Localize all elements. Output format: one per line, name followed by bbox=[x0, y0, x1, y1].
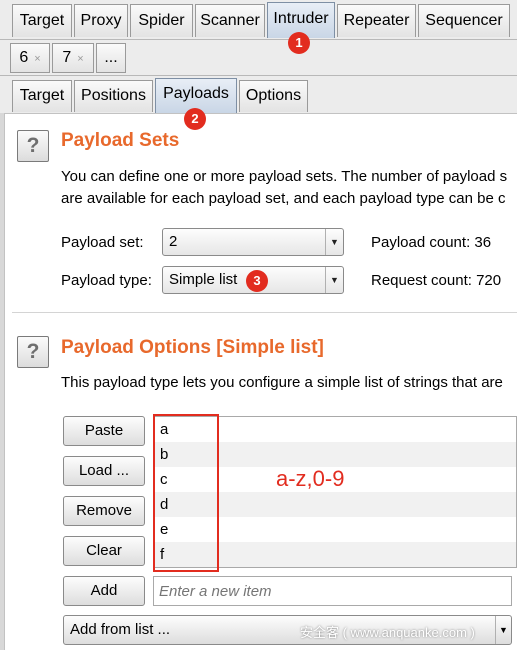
tab-repeater[interactable]: Repeater bbox=[337, 4, 416, 37]
tab-options[interactable]: Options bbox=[239, 80, 308, 112]
payload-type-label: Payload type: bbox=[61, 272, 152, 289]
new-item-input[interactable] bbox=[153, 576, 512, 606]
tab-intruder-target[interactable]: Target bbox=[12, 80, 72, 112]
section-divider bbox=[12, 312, 517, 313]
payload-sets-title: Payload Sets bbox=[61, 130, 180, 151]
payload-count: Payload count: 36 bbox=[371, 234, 492, 251]
annotation-highlight-box bbox=[153, 414, 219, 572]
payload-type-value: Simple list bbox=[169, 271, 238, 288]
remove-button[interactable]: Remove bbox=[63, 496, 145, 526]
intruder-tab-bar: Target Positions Payloads Options bbox=[0, 76, 517, 114]
tab-scanner[interactable]: Scanner bbox=[195, 4, 265, 37]
help-icon[interactable]: ? bbox=[17, 130, 49, 162]
paste-button[interactable]: Paste bbox=[63, 416, 145, 446]
close-icon[interactable]: × bbox=[77, 53, 83, 65]
watermark: 安全客 ( www.anquanke.com ) bbox=[300, 625, 475, 640]
add-from-list-label: Add from list ... bbox=[70, 621, 171, 638]
help-icon[interactable]: ? bbox=[17, 336, 49, 368]
annotation-marker-2: 2 bbox=[184, 108, 206, 130]
tab-proxy[interactable]: Proxy bbox=[74, 4, 128, 37]
chevron-down-icon: ▼ bbox=[495, 616, 511, 644]
annotation-marker-1: 1 bbox=[288, 32, 310, 54]
attack-tab-6[interactable]: 6 × bbox=[10, 43, 50, 73]
tab-sequencer[interactable]: Sequencer bbox=[418, 4, 510, 37]
payload-sets-desc-line1: You can define one or more payload sets.… bbox=[61, 168, 508, 185]
request-count: Request count: 720 bbox=[371, 272, 502, 289]
annotation-range-note: a-z,0-9 bbox=[276, 466, 345, 491]
top-tab-bar: Target Proxy Spider Scanner Intruder Rep… bbox=[0, 0, 517, 40]
payload-set-dropdown[interactable]: 2 ▼ bbox=[162, 228, 344, 256]
add-button[interactable]: Add bbox=[63, 576, 145, 606]
chevron-down-icon: ▼ bbox=[325, 229, 343, 255]
payload-options-title: Payload Options [Simple list] bbox=[61, 337, 324, 358]
attack-tab-label: 7 bbox=[62, 49, 72, 66]
tab-target[interactable]: Target bbox=[12, 4, 72, 37]
attack-tab-label: 6 bbox=[19, 49, 29, 66]
attack-tab-7[interactable]: 7 × bbox=[52, 43, 94, 73]
payload-options-desc: This payload type lets you configure a s… bbox=[61, 374, 503, 391]
tab-spider[interactable]: Spider bbox=[130, 4, 193, 37]
payload-set-label: Payload set: bbox=[61, 234, 144, 251]
payload-sets-desc-line2: are available for each payload set, and … bbox=[61, 190, 506, 207]
attack-tab-bar: 6 × 7 × ... bbox=[0, 40, 517, 76]
new-attack-tab-button[interactable]: ... bbox=[96, 43, 126, 73]
load-button[interactable]: Load ... bbox=[63, 456, 145, 486]
chevron-down-icon: ▼ bbox=[325, 267, 343, 293]
clear-button[interactable]: Clear bbox=[63, 536, 145, 566]
payload-set-value: 2 bbox=[169, 233, 178, 250]
tab-positions[interactable]: Positions bbox=[74, 80, 153, 112]
annotation-marker-3: 3 bbox=[246, 270, 268, 292]
close-icon[interactable]: × bbox=[34, 53, 40, 65]
